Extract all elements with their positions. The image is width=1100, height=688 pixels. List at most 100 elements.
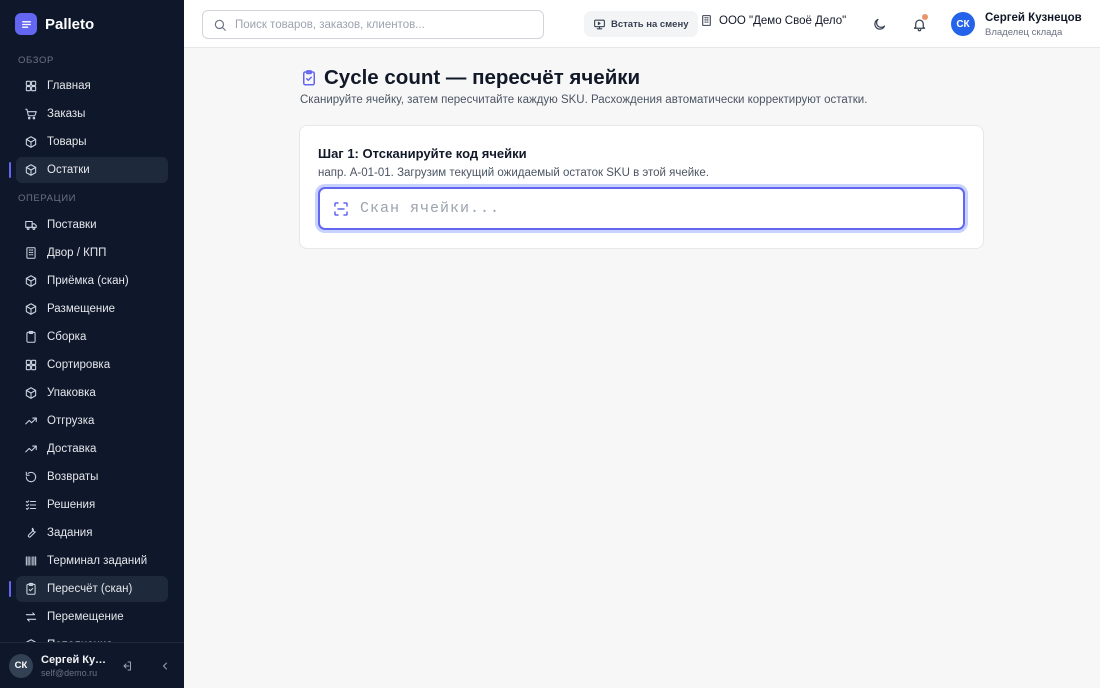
sidebar-item[interactable]: Терминал заданий <box>16 548 168 574</box>
page-header: Cycle count — пересчёт ячейки Сканируйте… <box>300 66 867 106</box>
trend-icon <box>25 445 37 453</box>
cell-scan-field[interactable] <box>318 187 965 230</box>
sidebar-item[interactable]: Доставка <box>16 436 168 462</box>
sidebar-item-label: Сборка <box>47 331 87 343</box>
barcode-icon <box>25 556 37 566</box>
sidebar-item-label: Заказы <box>47 108 86 120</box>
trend-icon <box>25 417 37 425</box>
search-input[interactable] <box>235 18 535 31</box>
start-shift-label: Встать на смену <box>611 18 689 30</box>
footer-user-email: self@demo.ru <box>41 667 98 678</box>
sidebar-section-label: Операции <box>18 193 77 204</box>
search-box[interactable] <box>202 10 544 39</box>
page-title: Cycle count — пересчёт ячейки <box>324 66 641 89</box>
sidebar-nav: Обзор Главная Заказы Товары Остатки Операции П… <box>0 48 184 642</box>
sidebar-item-label: Сортировка <box>47 359 111 371</box>
cart-icon <box>25 108 37 120</box>
step-title: Шаг 1: Отсканируйте код ячейки <box>318 146 527 161</box>
box-icon <box>25 136 37 148</box>
brand[interactable]: Palleto <box>0 0 184 48</box>
sidebar-item-label: Приёмка (скан) <box>47 275 129 287</box>
start-shift-button[interactable]: Встать на смену <box>584 11 698 37</box>
sidebar-item-label: Терминал заданий <box>47 555 148 567</box>
organization-name: ООО "Демо Своё Дело" <box>719 14 847 27</box>
sidebar-item-label: Товары <box>47 136 87 148</box>
sidebar-item[interactable]: Сортировка <box>16 352 168 378</box>
notification-dot <box>922 14 928 20</box>
step-hint: напр. A-01-01. Загрузим текущий ожидаемы… <box>318 167 709 179</box>
user-role: Владелец склада <box>985 27 1063 38</box>
rotate-icon <box>25 471 37 483</box>
sidebar-item[interactable]: Сборка <box>16 324 168 350</box>
page-subtitle: Сканируйте ячейку, затем пересчитайте ка… <box>300 94 868 106</box>
grid-icon <box>25 80 37 92</box>
sidebar-item[interactable]: Приёмка (скан) <box>16 268 168 294</box>
brand-logo-icon <box>15 13 37 35</box>
sidebar-item-label: Упаковка <box>47 387 96 399</box>
sidebar-item[interactable]: Перемещение <box>16 604 168 630</box>
building-icon <box>26 247 36 259</box>
sidebar-item[interactable]: Товары <box>16 129 168 155</box>
sidebar-item-label: Возвраты <box>47 471 99 483</box>
brand-name: Palleto <box>45 15 95 33</box>
sidebar-item[interactable]: Отгрузка <box>16 408 168 434</box>
user-name: Сергей Кузнецов <box>985 12 1082 24</box>
sidebar-item-label: Размещение <box>47 303 116 315</box>
sidebar-item[interactable]: Пополнение <box>16 632 168 642</box>
sidebar-item-label: Решения <box>47 499 96 511</box>
arrows-icon <box>25 612 37 622</box>
clipboard-check-icon <box>303 70 315 86</box>
clipboard-icon <box>26 330 36 343</box>
footer-user-name: Сергей Кузнецов <box>41 653 107 666</box>
sidebar-item[interactable]: Поставки <box>16 212 168 238</box>
scan-step-card: Шаг 1: Отсканируйте код ячейки напр. A-0… <box>299 125 984 249</box>
collapse-sidebar-icon[interactable] <box>155 656 175 676</box>
topbar: Встать на смену ООО "Демо Своё Дело" СК … <box>184 0 1100 48</box>
scan-icon <box>334 201 348 216</box>
avatar[interactable]: СК <box>951 12 975 36</box>
sidebar-item-label: Главная <box>47 80 91 92</box>
organization-switcher[interactable]: ООО "Демо Своё Дело" <box>700 14 846 27</box>
clipboard-check-icon <box>26 582 36 595</box>
logout-icon[interactable] <box>117 656 137 676</box>
sidebar-item[interactable]: Задания <box>16 520 168 546</box>
sidebar-item[interactable]: Главная <box>16 73 168 99</box>
monitor-icon <box>594 19 605 29</box>
building-icon <box>702 15 711 26</box>
sidebar-item-label: Перемещение <box>47 611 124 623</box>
box-icon <box>25 303 37 315</box>
sidebar-item[interactable]: Возвраты <box>16 464 168 490</box>
footer-user-info: Сергей Кузнецов self@demo.ru <box>41 654 107 678</box>
theme-toggle-moon-icon[interactable] <box>869 14 889 34</box>
sidebar: Palleto Обзор Главная Заказы Товары Остатки О… <box>0 0 184 688</box>
sidebar-section-label: Обзор <box>18 55 54 66</box>
sidebar-item-label: Двор / КПП <box>47 247 107 259</box>
notifications-bell-icon[interactable] <box>909 14 929 34</box>
grid-icon <box>25 359 37 371</box>
checklist-icon <box>25 500 37 510</box>
sidebar-item-label: Отгрузка <box>47 415 95 427</box>
sidebar-footer: СК Сергей Кузнецов self@demo.ru <box>0 642 184 688</box>
box-icon <box>25 275 37 287</box>
avatar[interactable]: СК <box>9 653 33 678</box>
sidebar-item[interactable]: Пересчёт (скан) <box>9 576 168 602</box>
sidebar-item-label: Поставки <box>47 219 97 231</box>
sidebar-item-label: Пересчёт (скан) <box>47 583 133 595</box>
sidebar-item-label: Задания <box>47 527 93 539</box>
sidebar-item-label: Доставка <box>47 443 97 455</box>
title-row: Cycle count — пересчёт ячейки <box>300 66 867 90</box>
box-icon <box>25 164 37 176</box>
box-icon <box>25 387 37 399</box>
cell-scan-input[interactable] <box>360 200 950 217</box>
user-menu[interactable]: Сергей Кузнецов Владелец склада <box>985 12 1082 38</box>
sidebar-item[interactable]: Решения <box>16 492 168 518</box>
sidebar-item[interactable]: Размещение <box>16 296 168 322</box>
sidebar-item[interactable]: Заказы <box>16 101 168 127</box>
sidebar-item[interactable]: Остатки <box>9 157 168 183</box>
search-icon <box>214 19 226 31</box>
truck-icon <box>25 220 37 230</box>
sidebar-item[interactable]: Упаковка <box>16 380 168 406</box>
sidebar-item[interactable]: Двор / КПП <box>16 240 168 266</box>
wrench-icon <box>27 527 36 538</box>
sidebar-item-label: Остатки <box>47 164 90 176</box>
